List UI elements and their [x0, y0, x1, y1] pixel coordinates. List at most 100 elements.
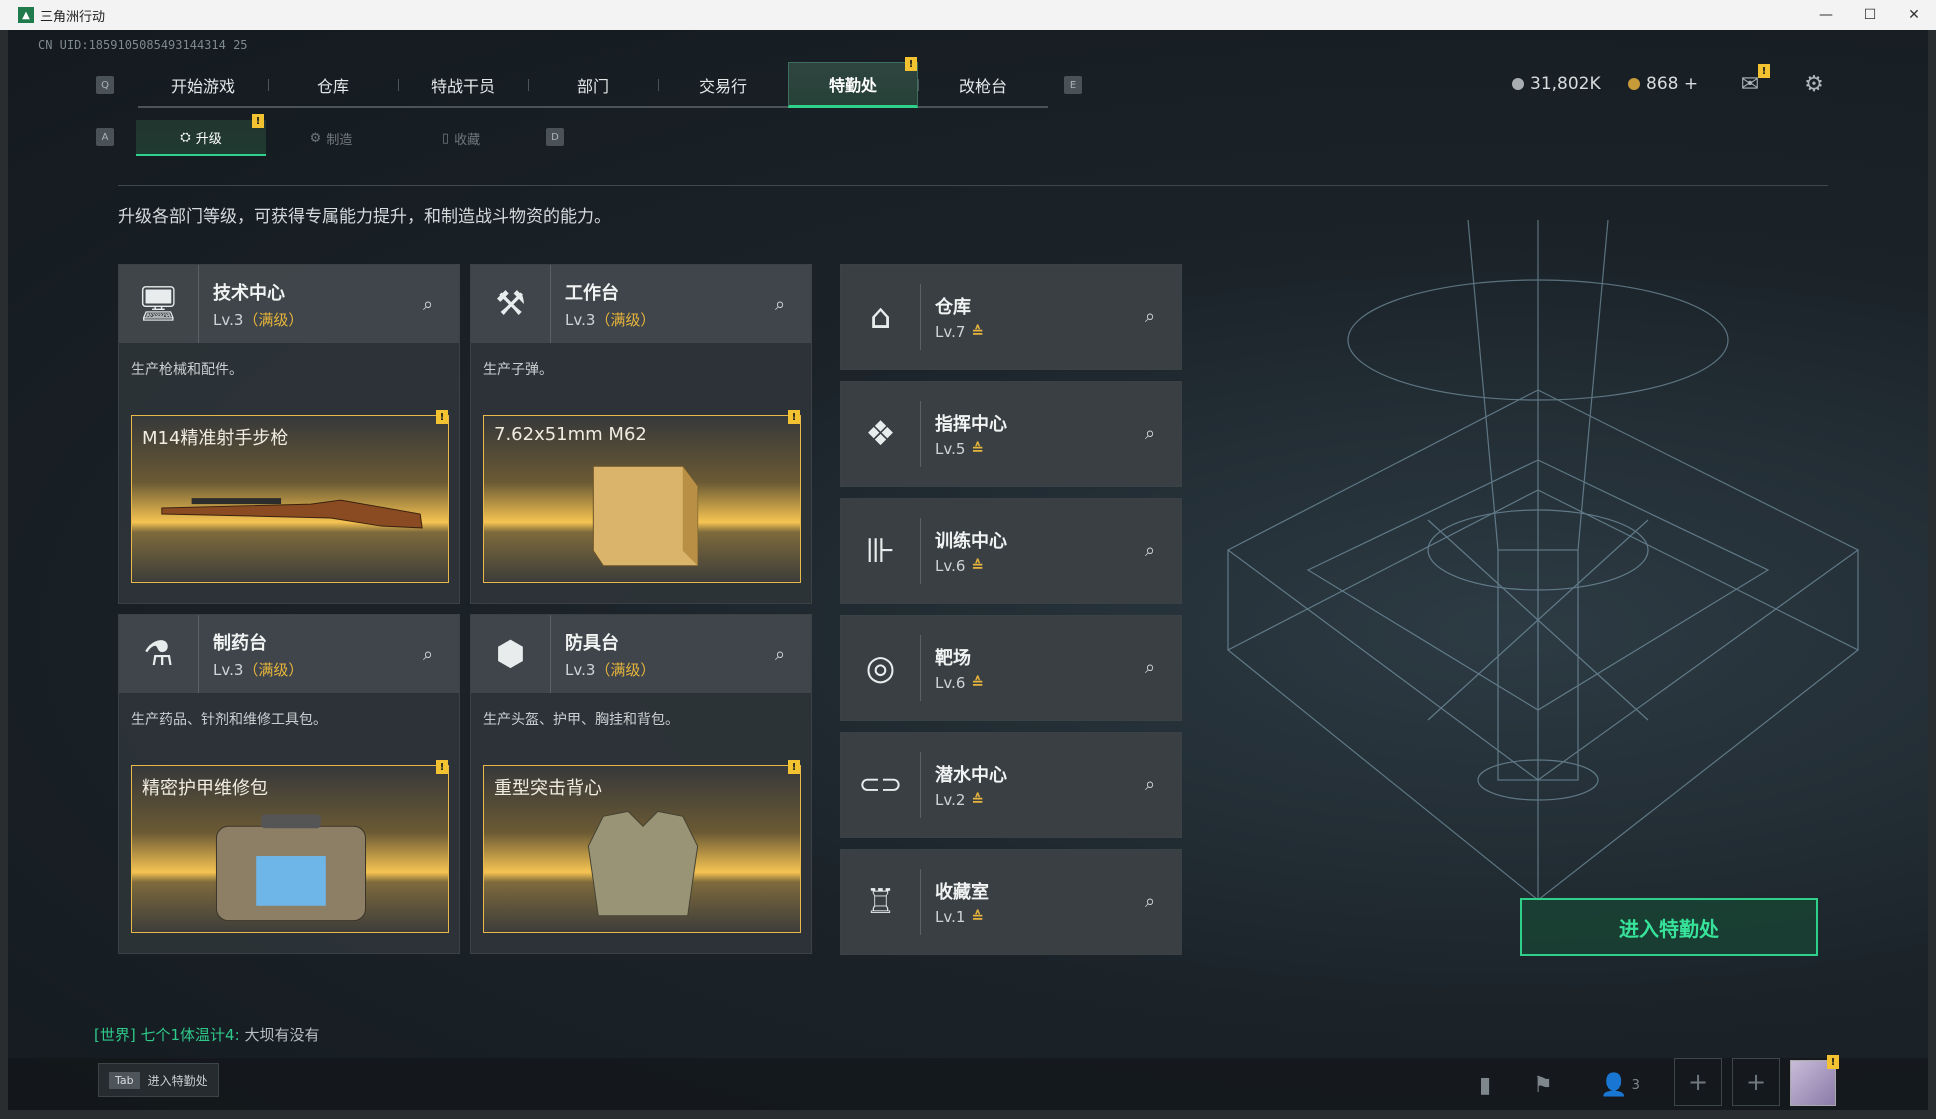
- silver-currency[interactable]: 31,802K: [1512, 74, 1601, 94]
- product-slot[interactable]: 7.62x51mm M62 !: [483, 410, 801, 583]
- window-title: 三角洲行动: [40, 9, 106, 25]
- product-badge: !: [436, 410, 448, 424]
- facility-card-command-center[interactable]: ❖ 指挥中心 Lv.5 ≙ ⌕: [840, 381, 1182, 487]
- silver-amount: 31,802K: [1530, 74, 1601, 94]
- level-text: Lv.3: [213, 660, 244, 679]
- card-level: Lv.6 ≙: [935, 557, 1007, 575]
- product-badge: !: [788, 410, 800, 424]
- avatar[interactable]: !: [1790, 1055, 1839, 1106]
- facility-card-training-center[interactable]: ⊪ 训练中心 Lv.6 ≙ ⌕: [840, 498, 1182, 604]
- card-level: Lv.7 ≙: [935, 323, 984, 341]
- card-level: Lv.3（满级）: [213, 309, 303, 330]
- tab-gunsmith[interactable]: 改枪台: [918, 62, 1048, 108]
- card-level: Lv.3（满级）: [565, 309, 655, 330]
- search-icon[interactable]: ⌕: [1137, 537, 1163, 563]
- product-name: 7.62x51mm M62: [494, 424, 647, 445]
- flag-icon[interactable]: ⚑: [1528, 1070, 1558, 1100]
- card-title: 训练中心: [935, 531, 1007, 552]
- tab-special-ops[interactable]: 特勤处 !: [788, 57, 918, 108]
- subtab-upgrade[interactable]: ⛭ 升级 !: [136, 114, 266, 156]
- product-badge: !: [436, 760, 448, 774]
- upgrade-arrow-icon: ≙: [971, 908, 984, 926]
- facility-card-warehouse[interactable]: ⌂ 仓库 Lv.7 ≙ ⌕: [840, 264, 1182, 370]
- game-viewport: CN UID:1859105085493144314 25 Q 开始游戏 仓库 …: [8, 30, 1928, 1110]
- facility-card-collection-room[interactable]: ♖ 收藏室 Lv.1 ≙ ⌕: [840, 849, 1182, 955]
- close-button[interactable]: ✕: [1892, 0, 1936, 30]
- tab-shortcut-hint[interactable]: Tab 进入特勤处: [98, 1063, 219, 1097]
- chat-text: 大坝有没有: [244, 1026, 320, 1044]
- level-text: Lv.5: [935, 440, 966, 458]
- upgrade-arrow-icon: ≙: [971, 557, 984, 575]
- card-header: ⊪ 训练中心 Lv.6 ≙ ⌕: [841, 499, 1181, 603]
- card-level: Lv.2 ≙: [935, 791, 1007, 809]
- settings-gear-icon[interactable]: ⚙: [1800, 70, 1828, 98]
- card-title: 防具台: [565, 632, 619, 654]
- level-text: Lv.1: [935, 908, 966, 926]
- subtab-upgrade-label: 升级: [195, 131, 222, 147]
- upgrade-arrow-icon: ≙: [971, 440, 984, 458]
- search-icon[interactable]: ⌕: [1137, 420, 1163, 446]
- world-chat-message[interactable]: [世界] 七个1体温计4: 大坝有没有: [94, 1024, 319, 1045]
- facility-card-armor-bench[interactable]: ⬢ 防具台 Lv.3（满级） ⌕ 生产头盔、护甲、胸挂和背包。 重型突击背心 !: [470, 614, 812, 954]
- card-title: 工作台: [565, 282, 619, 304]
- minimize-button[interactable]: —: [1804, 0, 1848, 30]
- facility-card-shooting-range[interactable]: ◎ 靶场 Lv.6 ≙ ⌕: [840, 615, 1182, 721]
- level-text: Lv.3: [565, 310, 596, 329]
- product-slot[interactable]: 精密护甲维修包 !: [131, 760, 449, 933]
- level-text: Lv.6: [935, 674, 966, 692]
- silver-coin-icon: [1512, 78, 1524, 90]
- mail-icon[interactable]: ✉ !: [1736, 64, 1770, 98]
- gold-currency[interactable]: 868 +: [1628, 74, 1698, 94]
- tab-operators[interactable]: 特战干员: [398, 62, 528, 108]
- search-icon[interactable]: ⌕: [1137, 303, 1163, 329]
- max-level-tag: （满级）: [243, 310, 304, 329]
- window-controls: — ☐ ✕: [1804, 0, 1936, 30]
- player-uid: CN UID:1859105085493144314 25: [38, 38, 248, 52]
- main-nav: 开始游戏 仓库 特战干员 部门 交易行 特勤处 ! 改枪台: [138, 57, 1048, 108]
- maximize-button[interactable]: ☐: [1848, 0, 1892, 30]
- facility-card-pharmacy[interactable]: ⚗ 制药台 Lv.3（满级） ⌕ 生产药品、针剂和维修工具包。 精密护甲维修包 …: [118, 614, 460, 954]
- card-title: 收藏室: [935, 882, 989, 903]
- search-icon[interactable]: ⌕: [415, 291, 441, 317]
- tab-start-game[interactable]: 开始游戏: [138, 62, 268, 108]
- product-slot[interactable]: M14精准射手步枪 !: [131, 410, 449, 583]
- add-squad-slot-1[interactable]: +: [1674, 1058, 1722, 1106]
- friends-button[interactable]: 👤 3: [1592, 1070, 1648, 1100]
- search-icon[interactable]: ⌕: [415, 641, 441, 667]
- facility-card-workbench[interactable]: ⚒ 工作台 Lv.3（满级） ⌕ 生产子弹。 7.62x51mm M62 !: [470, 264, 812, 604]
- tab-warehouse[interactable]: 仓库: [268, 62, 398, 108]
- upgrade-icon: ⛭: [180, 129, 191, 145]
- tab-hint-label: 进入特勤处: [147, 1073, 208, 1088]
- search-icon[interactable]: ⌕: [767, 291, 793, 317]
- card-header: ⊂⊃ 潜水中心 Lv.2 ≙ ⌕: [841, 733, 1181, 837]
- product-name: 重型突击背心: [494, 778, 602, 799]
- facility-card-diving-center[interactable]: ⊂⊃ 潜水中心 Lv.2 ≙ ⌕: [840, 732, 1182, 838]
- search-icon[interactable]: ⌕: [767, 641, 793, 667]
- stats-chart-icon[interactable]: ▮: [1470, 1070, 1500, 1100]
- upgrade-arrow-icon: ≙: [971, 323, 984, 341]
- repair-kit-image: [215, 814, 367, 922]
- search-icon[interactable]: ⌕: [1137, 771, 1163, 797]
- card-info: 生产药品、针剂和维修工具包。: [131, 712, 327, 728]
- trophy-icon: ♖: [841, 869, 921, 935]
- product-slot[interactable]: 重型突击背心 !: [483, 760, 801, 933]
- enter-special-ops-button[interactable]: 进入特勤处: [1520, 898, 1818, 956]
- craft-icon: ⚙: [309, 130, 322, 146]
- search-icon[interactable]: ⌕: [1137, 888, 1163, 914]
- card-info: 生产头盔、护甲、胸挂和背包。: [483, 712, 679, 728]
- window-titlebar: ▲ 三角洲行动 — ☐ ✕: [0, 0, 1936, 30]
- search-icon[interactable]: ⌕: [1137, 654, 1163, 680]
- tab-trading[interactable]: 交易行: [658, 62, 788, 108]
- mail-badge: !: [1758, 64, 1770, 78]
- subtab-craft[interactable]: ⚙ 制造: [266, 120, 396, 156]
- subtab-collection[interactable]: ▯ 收藏: [396, 120, 526, 156]
- card-header: ◎ 靶场 Lv.6 ≙ ⌕: [841, 616, 1181, 720]
- divider: [118, 185, 1828, 186]
- tools-icon: ⚒: [471, 265, 551, 343]
- facility-card-tech-center[interactable]: 🖥 技术中心 Lv.3（满级） ⌕ 生产枪械和配件。 M14精准射手步枪 !: [118, 264, 460, 604]
- tab-department[interactable]: 部门: [528, 62, 658, 108]
- card-level: Lv.6 ≙: [935, 674, 984, 692]
- add-squad-slot-2[interactable]: +: [1732, 1058, 1780, 1106]
- diving-mask-icon: ⊂⊃: [841, 752, 921, 818]
- level-text: Lv.6: [935, 557, 966, 575]
